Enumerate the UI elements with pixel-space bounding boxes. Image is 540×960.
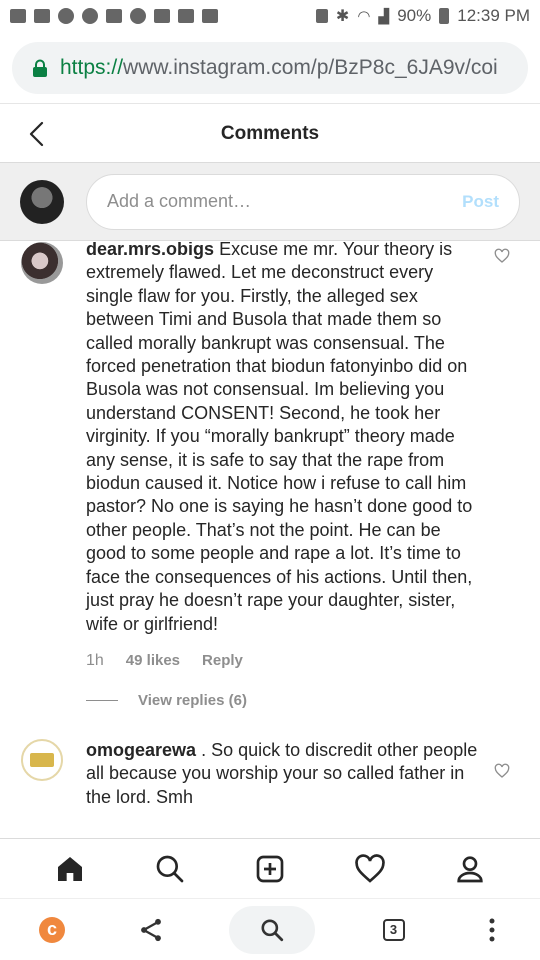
view-replies-button[interactable]: View replies (6) — [138, 692, 247, 709]
dropbox-icon — [154, 9, 170, 23]
post-button[interactable]: Post — [462, 192, 499, 212]
address-bar[interactable]: https://www.instagram.com/p/BzP8c_6JA9v/… — [12, 42, 528, 94]
list-item: dear.mrs.obigs Excuse me mr. Your theory… — [0, 242, 540, 709]
status-bar: ✱ ◠ ▟ 90% 12:39 PM — [0, 0, 540, 32]
profile-icon[interactable] — [450, 849, 490, 889]
whatsapp-icon — [58, 8, 74, 24]
list-item: omogearewa . So quick to discredit other… — [0, 738, 540, 809]
avatar[interactable] — [21, 242, 63, 284]
comments-header: Comments — [0, 105, 540, 163]
likes-count[interactable]: 49 likes — [126, 652, 180, 669]
comment-text: dear.mrs.obigs Excuse me mr. Your theory… — [86, 242, 480, 636]
tabs-button[interactable]: 3 — [374, 910, 414, 950]
share-icon[interactable] — [131, 910, 171, 950]
browser-brand-icon[interactable]: c — [32, 910, 72, 950]
more-menu-icon[interactable] — [472, 910, 512, 950]
search-icon[interactable] — [150, 849, 190, 889]
username[interactable]: omogearewa — [86, 740, 196, 760]
add-comment-row: Post — [0, 163, 540, 241]
comments-list: dear.mrs.obigs Excuse me mr. Your theory… — [0, 242, 540, 838]
messenger-icon — [130, 8, 146, 24]
music-icon — [178, 9, 194, 23]
message-icon — [10, 9, 26, 23]
avatar — [20, 179, 64, 224]
whatsapp-business-icon — [82, 8, 98, 24]
view-replies: View replies (6) — [86, 692, 480, 709]
back-arrow-icon[interactable] — [26, 120, 50, 148]
comment-box: Post — [86, 173, 520, 230]
tab-count: 3 — [382, 918, 405, 941]
comment-meta: 1h 49 likes Reply — [86, 652, 480, 670]
page-title: Comments — [220, 122, 320, 144]
comment-input[interactable] — [107, 191, 463, 212]
home-icon[interactable] — [50, 849, 90, 889]
divider — [86, 699, 118, 701]
activity-heart-icon[interactable] — [350, 849, 390, 889]
browser-toolbar: https://www.instagram.com/p/BzP8c_6JA9v/… — [0, 32, 540, 104]
calendar-icon — [202, 9, 218, 23]
url-text[interactable]: https://www.instagram.com/p/BzP8c_6JA9v/… — [60, 56, 498, 80]
reply-button[interactable]: Reply — [202, 652, 243, 669]
battery-level: 90% — [397, 6, 432, 25]
search-icon — [261, 918, 284, 941]
clock: 12:39 PM — [457, 6, 530, 25]
notification-icons — [10, 8, 218, 24]
comment-text: omogearewa . So quick to discredit other… — [86, 739, 480, 809]
heart-icon[interactable] — [494, 248, 510, 264]
signal-icon: ▟ — [378, 7, 390, 24]
comment-body: Excuse me mr. Your theory is extremely f… — [86, 242, 473, 634]
battery-icon — [439, 8, 450, 24]
bottom-nav — [0, 838, 540, 898]
username[interactable]: dear.mrs.obigs — [86, 242, 214, 259]
bluetooth-icon: ✱ — [335, 8, 350, 25]
comment-time: 1h — [86, 651, 104, 669]
lock-icon — [32, 59, 48, 77]
add-post-icon[interactable] — [250, 849, 290, 889]
heart-icon[interactable] — [494, 763, 510, 779]
browser-bottom-bar: c 3 — [0, 898, 540, 960]
image-icon — [106, 9, 122, 23]
browser-search-button[interactable] — [229, 905, 315, 954]
mail-icon — [34, 9, 50, 23]
sim-icon — [315, 9, 328, 23]
avatar[interactable] — [21, 738, 63, 781]
system-status: ✱ ◠ ▟ 90% 12:39 PM — [315, 6, 530, 26]
wifi-icon: ◠ — [357, 8, 371, 25]
